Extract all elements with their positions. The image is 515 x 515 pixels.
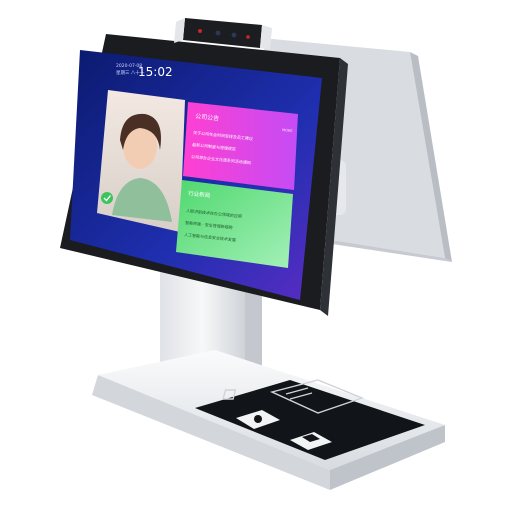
verified-icon	[101, 192, 113, 204]
camera-lens-icon	[231, 32, 237, 38]
announcement-panel: 公司公告 MORE 关于公司年会时间安排及员工建议 最新公司制度与管理规定 公司…	[183, 102, 298, 190]
screen-time: 15:02	[138, 65, 173, 79]
camera-led-icon	[246, 35, 250, 39]
face-photo-panel	[97, 90, 185, 232]
kiosk-device-illustration: 2020-07-08 星期三 八十一 15:02 公司公告 MORE 关于公司年…	[60, 18, 452, 490]
camera-lens-icon	[215, 30, 221, 36]
front-monitor: 2020-07-08 星期三 八十一 15:02 公司公告 MORE 关于公司年…	[60, 34, 348, 316]
camera-led-icon	[198, 29, 202, 33]
